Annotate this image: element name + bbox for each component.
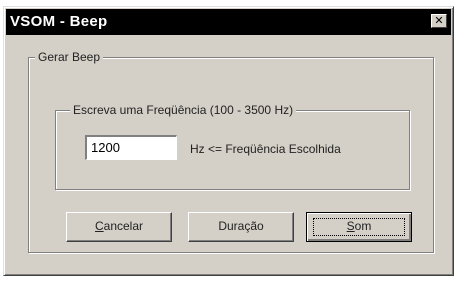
sound-button[interactable]: Som xyxy=(306,212,412,242)
window-title: VSOM - Beep xyxy=(10,13,108,30)
cancel-mnemonic: C xyxy=(94,219,104,233)
frequency-input[interactable]: 1200 xyxy=(85,135,177,160)
close-button[interactable]: ✕ xyxy=(431,14,447,28)
title-bar[interactable]: VSOM - Beep ✕ xyxy=(6,9,451,35)
focus-rectangle xyxy=(313,218,405,236)
group-gerar-beep-label: Gerar Beep xyxy=(35,50,104,64)
cancel-label-rest: ancelar xyxy=(103,219,144,233)
duration-label: Duração xyxy=(218,219,264,233)
group-frequency-label: Escreva uma Freqüência (100 - 3500 Hz) xyxy=(70,103,297,117)
frequency-hint-label: Hz <= Freqüência Escolhida xyxy=(190,142,341,156)
close-icon: ✕ xyxy=(434,15,444,27)
duration-button[interactable]: Duração xyxy=(188,212,294,242)
cancel-button[interactable]: Cancelar xyxy=(66,212,172,242)
